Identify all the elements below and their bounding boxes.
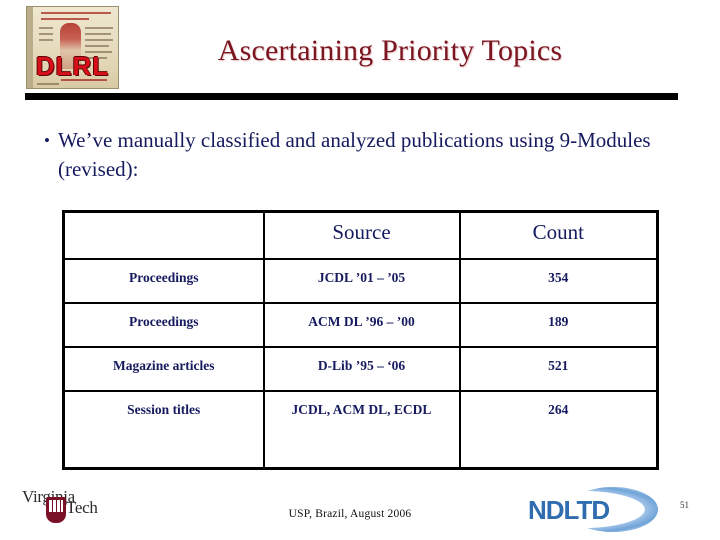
cell-category: Proceedings: [62, 257, 265, 304]
title-divider: [25, 93, 678, 100]
cell-source: D-Lib ’95 – ‘06: [262, 345, 461, 392]
ndltd-logo-text: NDLTD: [528, 495, 610, 525]
cell-source: JCDL, ACM DL, ECDL: [262, 389, 461, 470]
cell-category: Proceedings: [62, 301, 265, 348]
table-header-row: Source Count: [62, 210, 659, 260]
cell-source: JCDL ’01 – ’05: [262, 257, 461, 304]
page-title: Ascertaining Priority Topics: [217, 34, 563, 67]
cell-category: Magazine articles: [62, 345, 265, 392]
virginia-tech-word-tech: Tech: [66, 498, 98, 517]
virginia-tech-book-icon: [49, 500, 63, 512]
cell-count: 264: [458, 389, 659, 470]
cell-count: 521: [458, 345, 659, 392]
virginia-tech-logo: Virginia Tech: [14, 487, 134, 529]
cell-category: Session titles: [62, 389, 265, 470]
cell-count: 189: [458, 301, 659, 348]
table-row: Proceedings ACM DL ’96 – ’00 189: [62, 301, 659, 348]
page-number: 51: [680, 500, 689, 510]
table-header-blank: [62, 210, 265, 260]
table-row: Proceedings JCDL ’01 – ’05 354: [62, 257, 659, 304]
table-row: Magazine articles D-Lib ’95 – ‘06 521: [62, 345, 659, 392]
bullet-list: • We’ve manually classified and analyzed…: [36, 126, 686, 184]
bullet-text: We’ve manually classified and analyzed p…: [58, 128, 651, 181]
source-count-table: Source Count Proceedings JCDL ’01 – ’05 …: [62, 210, 659, 470]
ndltd-logo: NDLTD: [528, 487, 658, 532]
table-row: Session titles JCDL, ACM DL, ECDL 264: [62, 389, 659, 470]
dlrl-logo-text: DLRL: [35, 51, 110, 81]
dlrl-logo: DLRL: [26, 6, 119, 89]
bullet-marker-icon: •: [44, 131, 50, 150]
footer-text: USP, Brazil, August 2006: [288, 508, 412, 520]
table-header-count: Count: [458, 210, 659, 260]
cell-count: 354: [458, 257, 659, 304]
list-item: • We’ve manually classified and analyzed…: [36, 126, 686, 184]
cell-source: ACM DL ’96 – ’00: [262, 301, 461, 348]
table-header-source: Source: [262, 210, 461, 260]
